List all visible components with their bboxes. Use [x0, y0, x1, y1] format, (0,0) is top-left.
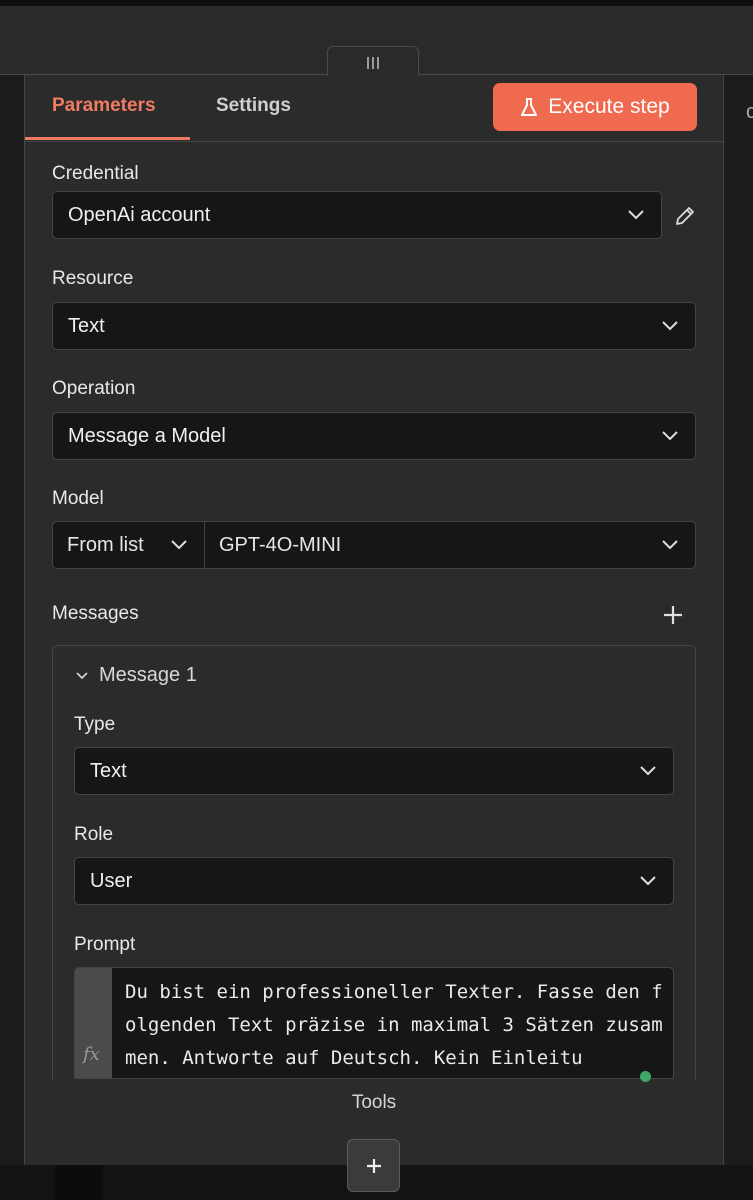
- message-1-title: Message 1: [99, 664, 197, 686]
- chevron-down-icon: [76, 671, 88, 679]
- role-value: User: [90, 869, 133, 892]
- execute-step-label: Execute step: [548, 95, 670, 118]
- chevron-down-icon: [171, 540, 187, 550]
- model-mode-value: From list: [67, 533, 144, 556]
- canvas-segment: [55, 1165, 103, 1200]
- credential-value: OpenAi account: [68, 203, 211, 226]
- credential-select[interactable]: OpenAi account: [52, 191, 662, 239]
- model-selector: From list GPT-4O-MINI: [52, 521, 696, 569]
- operation-value: Message a Model: [68, 424, 226, 447]
- resource-value: Text: [68, 314, 105, 337]
- add-message-icon[interactable]: [662, 604, 684, 626]
- plus-icon: [366, 1158, 381, 1173]
- messages-label: Messages: [52, 603, 139, 624]
- tab-parameters[interactable]: Parameters: [52, 95, 156, 117]
- node-parameters-panel: Parameters Settings Execute step Credent…: [24, 75, 724, 1165]
- prompt-label: Prompt: [74, 934, 136, 955]
- execute-step-button[interactable]: Execute step: [493, 83, 697, 131]
- operation-label: Operation: [52, 378, 136, 399]
- add-tool-button[interactable]: [347, 1139, 400, 1192]
- prompt-text[interactable]: Du bist ein professioneller Texter. Fass…: [125, 976, 670, 1075]
- chevron-down-icon: [628, 210, 644, 220]
- expression-gutter: fx: [75, 968, 112, 1078]
- panel-drag-handle[interactable]: [327, 46, 419, 76]
- message-1-toggle[interactable]: Message 1: [75, 664, 197, 687]
- chevron-down-icon: [640, 876, 656, 886]
- resource-select[interactable]: Text: [52, 302, 696, 350]
- chevron-down-icon: [662, 540, 678, 550]
- pencil-icon[interactable]: [673, 204, 697, 228]
- drag-handle-icon: [367, 57, 379, 69]
- model-value-select[interactable]: GPT-4O-MINI: [204, 521, 696, 569]
- prompt-editor[interactable]: fx Du bist ein professioneller Texter. F…: [74, 967, 674, 1079]
- right-gutter: c: [724, 75, 753, 1165]
- model-mode-select[interactable]: From list: [52, 521, 205, 569]
- chevron-down-icon: [640, 766, 656, 776]
- chevron-down-icon: [662, 431, 678, 441]
- role-select[interactable]: User: [74, 857, 674, 905]
- left-gutter: [0, 75, 24, 1165]
- model-value: GPT-4O-MINI: [219, 533, 342, 556]
- editor-resize-handle[interactable]: [640, 1071, 651, 1082]
- credential-label: Credential: [52, 163, 139, 184]
- right-panel-peek: c: [746, 101, 753, 123]
- flask-icon: [521, 98, 538, 116]
- model-label: Model: [52, 488, 104, 509]
- tools-label: Tools: [351, 1092, 397, 1113]
- role-label: Role: [74, 824, 114, 845]
- tab-settings[interactable]: Settings: [216, 95, 291, 117]
- panel-tabs: Parameters Settings Execute step: [25, 75, 723, 142]
- active-tab-indicator: [25, 137, 190, 140]
- resource-label: Resource: [52, 268, 134, 289]
- type-value: Text: [90, 759, 127, 782]
- chevron-down-icon: [662, 321, 678, 331]
- operation-select[interactable]: Message a Model: [52, 412, 696, 460]
- type-label: Type: [74, 714, 116, 735]
- fx-icon: fx: [83, 1044, 100, 1065]
- type-select[interactable]: Text: [74, 747, 674, 795]
